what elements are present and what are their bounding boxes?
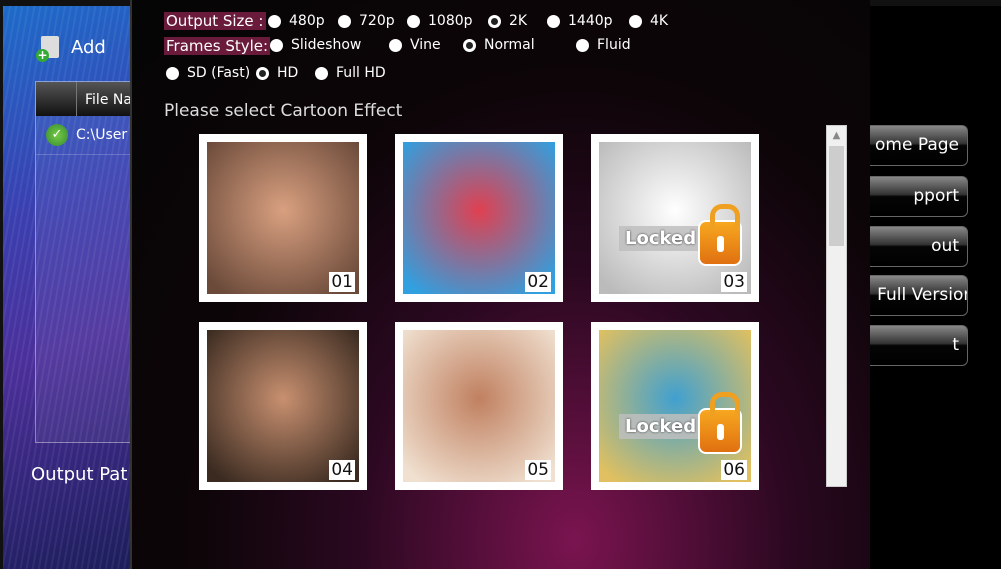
output_size-radio-2k[interactable]: 2K [488,13,527,29]
quality-radio-sd-fast-[interactable]: SD (Fast) [166,65,250,81]
scroll-thumb[interactable] [829,146,844,246]
locked-label: Locked [619,225,703,251]
effect-05[interactable]: 05 [395,322,563,490]
exit-button[interactable]: t [865,325,968,366]
home-page-button[interactable]: ome Page [865,125,968,166]
frames-style-label: Frames Style: [164,37,271,55]
radio-label: 720p [359,13,395,29]
quality-radio-full-hd[interactable]: Full HD [315,65,386,81]
radio-dot [338,14,351,28]
locked-overlay: Locked [619,204,743,266]
output_size-radio-4k[interactable]: 4K [629,13,668,29]
radio-dot [315,66,328,80]
radio-label: 480p [289,13,325,29]
check-icon: ✓ [46,124,68,146]
output_size-radio-480p[interactable]: 480p [268,13,325,29]
effect-number: 01 [329,272,355,292]
frames_style-radio-slideshow[interactable]: Slideshow [270,37,361,53]
effect-01[interactable]: 01 [199,134,367,302]
settings-dialog: Output Size : 480p 720p 1080p 2K 1440p 4K Fra… [130,0,870,569]
radio-label: 4K [650,13,669,29]
radio-dot [488,14,501,28]
file-list-header: File Na [36,82,144,116]
lock-icon [698,392,743,454]
output-size-label: Output Size : [164,12,266,30]
add-file-icon [36,36,59,62]
scroll-up-icon[interactable]: ▲ [827,126,846,146]
effect-number: 03 [721,272,747,292]
output_size-radio-720p[interactable]: 720p [338,13,395,29]
lock-icon [698,204,743,266]
radio-label: 1440p [568,13,613,29]
effect-thumbnail: 04 [207,330,359,482]
back-window-left: Add File Na ✓ C:\User Output Pat [0,0,145,569]
radio-dot [463,38,476,52]
output-path-label: Output Pat [31,464,128,485]
frames_style-radio-normal[interactable]: Normal [463,37,535,53]
radio-dot [256,66,269,80]
radio-label: SD (Fast) [187,65,251,81]
radio-label: 2K [509,13,528,29]
file-list[interactable]: File Na ✓ C:\User [35,81,145,443]
radio-dot [547,14,560,28]
radio-label: Normal [484,37,535,53]
radio-label: Full HD [336,65,386,81]
locked-overlay: Locked [619,392,743,454]
radio-dot [389,38,402,52]
radio-label: Slideshow [291,37,362,53]
locked-label: Locked [619,413,703,439]
effects-scrollbar[interactable]: ▲ [826,125,847,487]
effect-06[interactable]: Locked 06 [591,322,759,490]
frames_style-radio-vine[interactable]: Vine [389,37,441,53]
support-button[interactable]: pport [865,176,968,217]
effect-thumbnail: Locked 06 [599,330,751,482]
effect-thumbnail: 02 [403,142,555,294]
output_size-radio-1080p[interactable]: 1080p [407,13,473,29]
radio-dot [576,38,589,52]
add-button[interactable]: Add [36,36,106,62]
quality-radio-hd[interactable]: HD [256,65,298,81]
effect-thumbnail: 01 [207,142,359,294]
radio-label: HD [277,65,299,81]
about-button[interactable]: out [865,226,968,267]
effect-04[interactable]: 04 [199,322,367,490]
radio-dot [629,14,642,28]
effect-02[interactable]: 02 [395,134,563,302]
radio-label: Vine [410,37,441,53]
effect-number: 05 [525,460,551,480]
radio-label: 1080p [428,13,473,29]
effect-thumbnail: 05 [403,330,555,482]
column-status [36,82,77,116]
effects-title: Please select Cartoon Effect [164,101,403,121]
add-label: Add [71,36,106,58]
frames_style-radio-fluid[interactable]: Fluid [576,37,631,53]
effect-thumbnail: Locked 03 [599,142,751,294]
full-version-button[interactable]: : Full Version [865,275,968,316]
radio-dot [270,38,283,52]
effect-number: 04 [329,460,355,480]
radio-dot [268,14,281,28]
radio-dot [407,14,420,28]
output_size-radio-1440p[interactable]: 1440p [547,13,613,29]
radio-dot [166,66,179,80]
effect-number: 06 [721,460,747,480]
file-path: C:\User [76,127,128,143]
effect-number: 02 [525,272,551,292]
radio-label: Fluid [597,37,631,53]
effect-03[interactable]: Locked 03 [591,134,759,302]
file-row[interactable]: ✓ C:\User [36,116,144,155]
back-window-right: ome Page pport out : Full Version t [865,0,1001,569]
